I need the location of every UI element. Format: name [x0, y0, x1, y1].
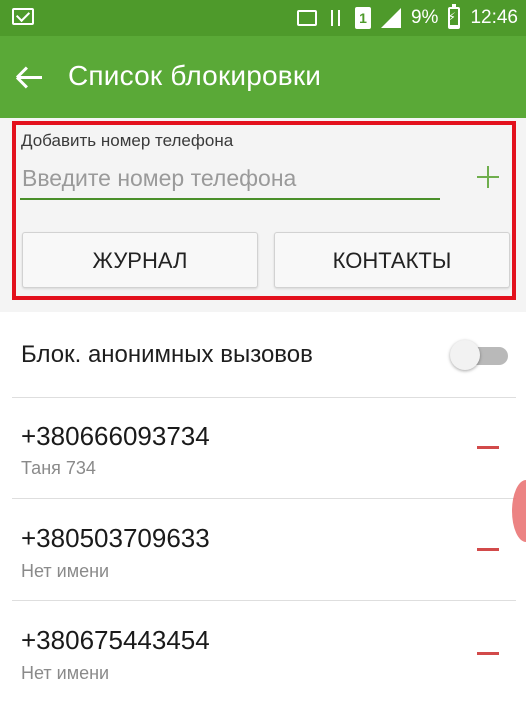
plus-icon[interactable]	[476, 165, 500, 189]
journal-button[interactable]: ЖУРНАЛ	[22, 232, 258, 288]
blocked-number: +380666093734	[21, 421, 210, 451]
minus-icon[interactable]	[477, 548, 499, 551]
notification-icon	[12, 8, 34, 25]
anonymous-block-label: Блок. анонимных вызовов	[21, 341, 313, 368]
page-title: Список блокировки	[68, 60, 322, 91]
minus-icon[interactable]	[477, 446, 499, 449]
signal-icon	[380, 8, 401, 28]
contact-name: Таня 734	[21, 458, 96, 478]
status-bar: 1 9% 12:46	[0, 0, 526, 36]
clock: 12:46	[470, 7, 518, 28]
contacts-button[interactable]: КОНТАКТЫ	[274, 232, 510, 288]
phone-number-input[interactable]	[20, 158, 440, 200]
app-bar: Список блокировки	[0, 36, 526, 118]
contact-name: Нет имени	[21, 561, 110, 581]
cast-icon	[296, 10, 317, 26]
battery-percent: 9%	[410, 7, 439, 28]
sim-icon: 1	[354, 7, 371, 29]
status-icons: 1 9% 12:46	[296, 0, 518, 36]
back-arrow-icon[interactable]	[14, 60, 48, 94]
add-number-label: Добавить номер телефона	[21, 131, 234, 150]
minus-icon[interactable]	[477, 652, 499, 655]
contact-name: Нет имени	[21, 663, 110, 683]
blocked-number: +380503709633	[21, 523, 210, 553]
battery-charging-icon	[447, 4, 461, 29]
blocked-number: +380675443454	[21, 625, 210, 655]
data-transfer-icon	[327, 8, 345, 28]
anonymous-block-toggle[interactable]	[450, 339, 508, 371]
